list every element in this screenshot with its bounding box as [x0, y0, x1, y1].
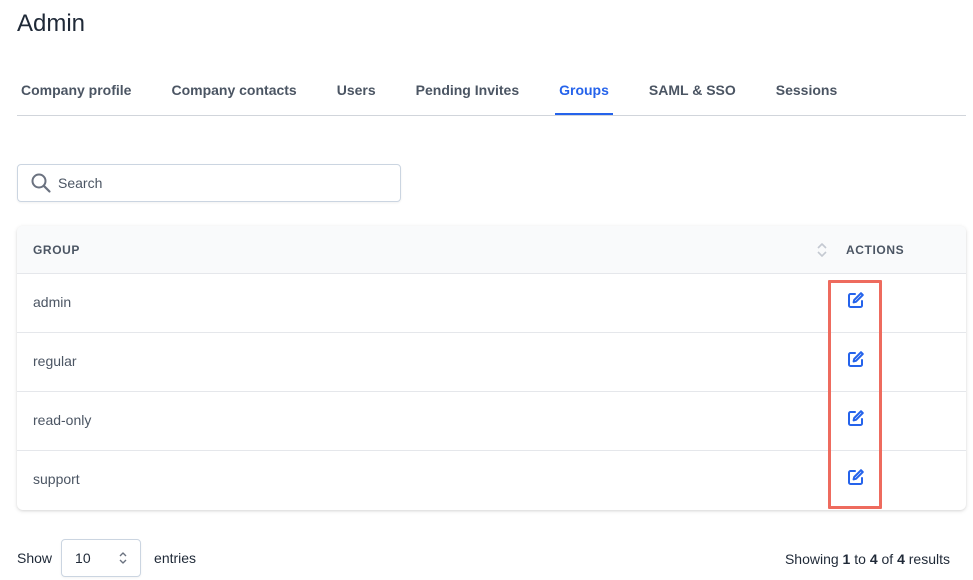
group-name: admin	[33, 294, 72, 310]
table-row: support	[17, 451, 966, 510]
tab-users[interactable]: Users	[333, 66, 380, 114]
tab-company-profile[interactable]: Company profile	[17, 66, 135, 114]
edit-icon[interactable]	[847, 291, 865, 309]
group-name: support	[33, 471, 80, 487]
search-icon	[30, 172, 52, 194]
group-name: regular	[33, 353, 77, 369]
edit-icon[interactable]	[847, 350, 865, 368]
edit-icon[interactable]	[847, 468, 865, 486]
search-input[interactable]	[58, 168, 378, 198]
table-row: regular	[17, 333, 966, 392]
page-size-select[interactable]: 10	[61, 539, 142, 577]
admin-tabs: Company profile Company contacts Users P…	[17, 68, 966, 116]
table-row: read-only	[17, 392, 966, 451]
column-header-actions: ACTIONS	[846, 243, 905, 257]
results-summary: Showing 1 to 4 of 4 results	[784, 551, 950, 567]
group-name: read-only	[33, 412, 92, 428]
groups-table: GROUP ACTIONS admin regular read-only su…	[17, 226, 966, 510]
column-header-group: GROUP	[33, 243, 81, 257]
summary-total: 4	[897, 551, 905, 567]
summary-to: 4	[869, 551, 878, 567]
edit-icon[interactable]	[847, 409, 865, 427]
tab-groups[interactable]: Groups	[555, 66, 613, 115]
tab-sessions[interactable]: Sessions	[772, 66, 841, 114]
summary-from: 1	[842, 551, 851, 567]
table-header: GROUP ACTIONS	[17, 226, 966, 274]
search-box[interactable]	[17, 164, 401, 202]
page-size-value: 10	[75, 550, 91, 566]
show-label: Show	[17, 550, 53, 566]
page-title: Admin	[17, 10, 86, 37]
page-size-control: Show 10 entries	[17, 539, 196, 577]
admin-page: Admin Company profile Company contacts U…	[0, 0, 973, 580]
table-row: admin	[17, 274, 966, 333]
tab-pending-invites[interactable]: Pending Invites	[412, 66, 523, 114]
tab-saml-sso[interactable]: SAML & SSO	[645, 66, 740, 114]
entries-label: entries	[154, 550, 197, 566]
chevron-up-down-icon	[118, 549, 128, 567]
tab-company-contacts[interactable]: Company contacts	[167, 66, 300, 114]
sort-icon[interactable]	[815, 241, 829, 259]
